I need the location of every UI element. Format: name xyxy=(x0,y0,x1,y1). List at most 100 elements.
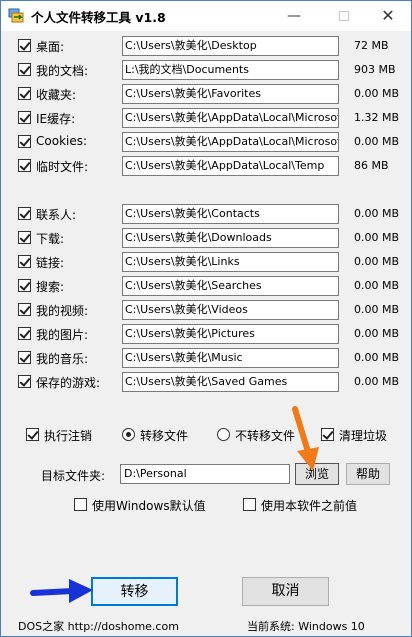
title-bar[interactable]: 个人文件转移工具 v1.8 — ✕ xyxy=(1,1,411,31)
transfer-files-radio[interactable] xyxy=(122,428,135,441)
app-window: 个人文件转移工具 v1.8 — ✕ 桌面: C:\Users\敦美化\Deskto… xyxy=(0,0,412,637)
folder-label: 桌面: xyxy=(36,40,65,54)
folder-checkbox[interactable] xyxy=(18,375,31,388)
folder-checkbox[interactable] xyxy=(18,351,31,364)
folder-path-input[interactable]: C:\Users\敦美化\AppData\Local\Temp xyxy=(122,156,339,176)
folder-path-input[interactable]: C:\Users\敦美化\Contacts xyxy=(122,204,339,224)
folder-label: 下载: xyxy=(36,232,65,246)
folder-row: 联系人: C:\Users\敦美化\Contacts 0.00 MB xyxy=(1,202,411,226)
use-previous-checkbox[interactable] xyxy=(243,498,256,511)
folder-path-input[interactable]: C:\Users\敦美化\Music xyxy=(122,348,339,368)
folder-size: 0.00 MB xyxy=(354,279,400,292)
folder-path-input[interactable]: C:\Users\敦美化\Videos xyxy=(122,300,339,320)
folder-checkbox[interactable] xyxy=(18,207,31,220)
clean-junk-label: 清理垃圾 xyxy=(339,429,388,443)
help-button[interactable]: 帮助 xyxy=(346,463,390,485)
default-options-row: 使用Windows默认值 使用本软件之前值 xyxy=(1,494,411,514)
folder-label: Cookies: xyxy=(36,134,88,148)
folder-checkbox[interactable] xyxy=(18,87,31,100)
folder-label: 搜索: xyxy=(36,280,65,294)
minimize-button[interactable]: — xyxy=(271,1,317,31)
close-button[interactable]: ✕ xyxy=(365,1,411,31)
folder-checkbox[interactable] xyxy=(18,111,31,124)
app-icon xyxy=(8,8,24,23)
folder-label: IE缓存: xyxy=(36,112,76,126)
folder-size: 1.32 MB xyxy=(354,111,400,124)
folder-row: 收藏夹: C:\Users\敦美化\Favorites 0.00 MB xyxy=(1,82,411,106)
cancel-button[interactable]: 取消 xyxy=(242,577,329,606)
folder-checkbox[interactable] xyxy=(18,39,31,52)
client-area: 桌面: C:\Users\敦美化\Desktop 72 MB 我的文档: L:\我的文档… xyxy=(1,31,411,636)
folder-path-input[interactable]: C:\Users\敦美化\Searches xyxy=(122,276,339,296)
folder-label: 我的视频: xyxy=(36,304,89,318)
logoff-checkbox[interactable] xyxy=(26,428,39,441)
folder-checkbox[interactable] xyxy=(18,279,31,292)
folder-row: 我的视频: C:\Users\敦美化\Videos 0.00 MB xyxy=(1,298,411,322)
folder-checkbox[interactable] xyxy=(18,159,31,172)
folder-path-input[interactable]: C:\Users\敦美化\Desktop xyxy=(122,36,339,56)
folder-size: 0.00 MB xyxy=(354,207,400,220)
folder-label: 我的音乐: xyxy=(36,352,89,366)
folder-label: 我的图片: xyxy=(36,328,89,342)
folder-row: 链接: C:\Users\敦美化\Links 0.00 MB xyxy=(1,250,411,274)
footer-system: 当前系统: Windows 10 xyxy=(247,620,365,633)
orange-arrow-icon xyxy=(292,406,319,471)
folder-row: IE缓存: C:\Users\敦美化\AppData\Local\Microsof… xyxy=(1,106,411,130)
folder-row: 我的图片: C:\Users\敦美化\Pictures 0.00 MB xyxy=(1,322,411,346)
close-icon: ✕ xyxy=(381,6,395,25)
folder-path-input[interactable]: L:\我的文档\Documents xyxy=(122,60,339,80)
maximize-icon xyxy=(339,11,349,21)
blue-arrow-icon xyxy=(30,579,93,603)
minimize-icon: — xyxy=(287,8,301,24)
folder-checkbox[interactable] xyxy=(18,303,31,316)
no-transfer-radio[interactable] xyxy=(217,428,230,441)
folder-size: 0.00 MB xyxy=(354,327,400,340)
folder-size: 0.00 MB xyxy=(354,255,400,268)
folder-path-input[interactable]: C:\Users\敦美化\Pictures xyxy=(122,324,339,344)
folder-row: 桌面: C:\Users\敦美化\Desktop 72 MB xyxy=(1,34,411,58)
folder-checkbox[interactable] xyxy=(18,63,31,76)
maximize-button xyxy=(321,1,367,31)
folder-checkbox[interactable] xyxy=(18,231,31,244)
folder-checkbox[interactable] xyxy=(18,135,31,148)
folder-size: 903 MB xyxy=(354,63,396,76)
folder-row: 临时文件: C:\Users\敦美化\AppData\Local\Temp 86 M… xyxy=(1,154,411,178)
folder-label: 我的文档: xyxy=(36,64,89,78)
folder-size: 0.00 MB xyxy=(354,375,400,388)
target-folder-input[interactable]: D:\Personal xyxy=(120,464,290,484)
folder-path-input[interactable]: C:\Users\敦美化\AppData\Local\Microsoft\ xyxy=(122,108,339,128)
folder-row: 搜索: C:\Users\敦美化\Searches 0.00 MB xyxy=(1,274,411,298)
folder-path-input[interactable]: C:\Users\敦美化\Favorites xyxy=(122,84,339,104)
folder-size: 0.00 MB xyxy=(354,231,400,244)
options-row: 执行注销 转移文件 不转移文件 清理垃圾 xyxy=(1,424,411,444)
target-folder-label: 目标文件夹: xyxy=(41,469,106,483)
folder-checkbox[interactable] xyxy=(18,327,31,340)
folder-path-input[interactable]: C:\Users\敦美化\Downloads xyxy=(122,228,339,248)
use-windows-default-checkbox[interactable] xyxy=(74,498,87,511)
use-windows-default-label: 使用Windows默认值 xyxy=(92,499,206,513)
folder-size: 0.00 MB xyxy=(354,303,400,316)
folder-path-input[interactable]: C:\Users\敦美化\Links xyxy=(122,252,339,272)
folder-label: 链接: xyxy=(36,256,65,270)
folder-size: 0.00 MB xyxy=(354,135,400,148)
folder-checkbox[interactable] xyxy=(18,255,31,268)
folder-size: 0.00 MB xyxy=(354,87,400,100)
transfer-button[interactable]: 转移 xyxy=(91,577,178,606)
folder-label: 保存的游戏: xyxy=(36,376,101,390)
folder-row: Cookies: C:\Users\敦美化\AppData\Local\Micro… xyxy=(1,130,411,154)
transfer-files-label: 转移文件 xyxy=(140,429,189,443)
folder-size: 86 MB xyxy=(354,159,389,172)
folder-label: 收藏夹: xyxy=(36,88,77,102)
folder-path-input[interactable]: C:\Users\敦美化\Saved Games xyxy=(122,372,339,392)
folder-row: 我的文档: L:\我的文档\Documents 903 MB xyxy=(1,58,411,82)
folder-path-input[interactable]: C:\Users\敦美化\AppData\Local\Microsoft\ xyxy=(122,132,339,152)
use-previous-label: 使用本软件之前值 xyxy=(261,499,358,513)
window-title: 个人文件转移工具 v1.8 xyxy=(31,10,166,25)
folder-row: 下载: C:\Users\敦美化\Downloads 0.00 MB xyxy=(1,226,411,250)
folder-row: 我的音乐: C:\Users\敦美化\Music 0.00 MB xyxy=(1,346,411,370)
folder-row: 保存的游戏: C:\Users\敦美化\Saved Games 0.00 MB xyxy=(1,370,411,394)
folder-label: 临时文件: xyxy=(36,160,89,174)
folder-label: 联系人: xyxy=(36,208,77,222)
folder-size: 72 MB xyxy=(354,39,389,52)
folder-size: 0.00 MB xyxy=(354,351,400,364)
